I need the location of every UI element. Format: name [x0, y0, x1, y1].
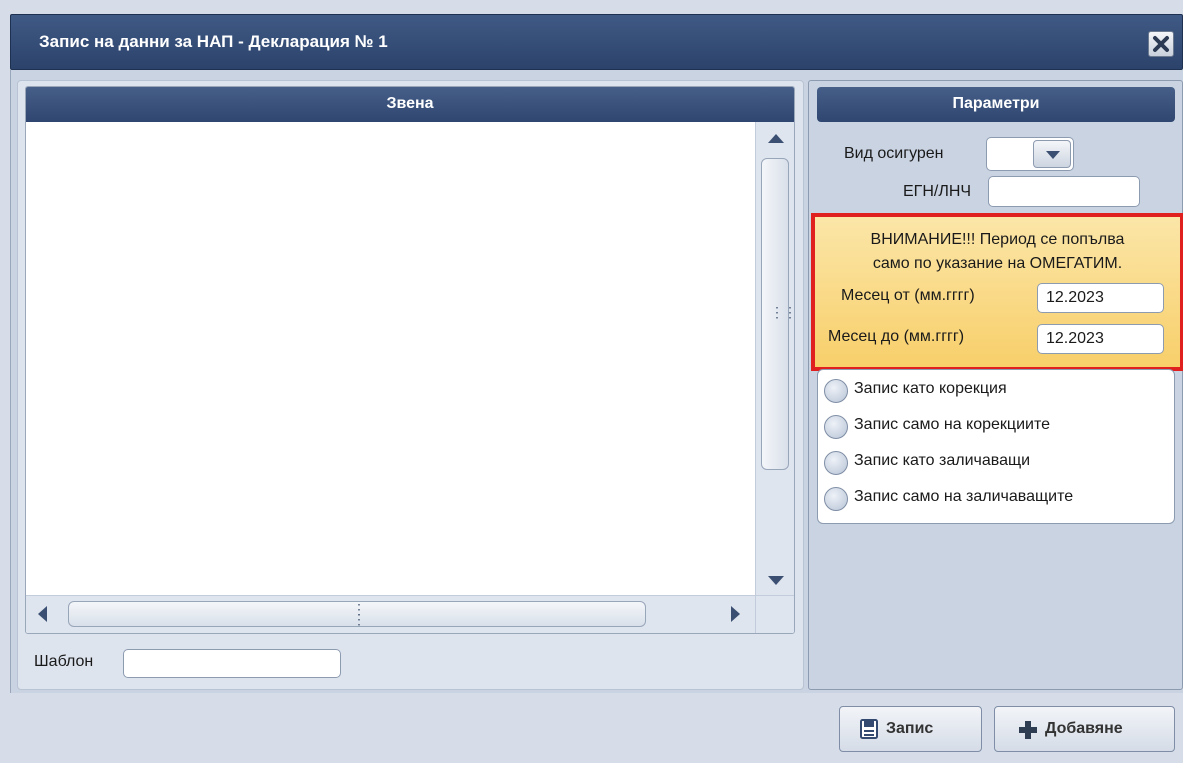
radio-button[interactable] — [824, 379, 848, 403]
close-icon — [1153, 36, 1169, 52]
units-grid[interactable]: Звена ⋮⋮⋮ ⋮⋮ — [25, 86, 795, 634]
plus-icon — [1019, 721, 1037, 739]
radio-label: Запис само на корекциите — [854, 416, 1050, 433]
dropdown-button[interactable] — [1033, 140, 1071, 168]
egn-label: ЕГН/ЛНЧ — [903, 183, 972, 200]
insured-type-select[interactable] — [986, 137, 1074, 171]
egn-input[interactable] — [988, 176, 1140, 207]
month-from-input[interactable]: 12.2023 — [1037, 283, 1164, 313]
add-button-label: Добавяне — [1045, 720, 1123, 737]
scroll-down-icon[interactable] — [768, 576, 784, 585]
window-title: Запис на данни за НАП - Декларация № 1 — [39, 32, 388, 51]
vertical-scrollbar[interactable]: ⋮⋮⋮ — [755, 122, 794, 597]
write-options-group: Запис като корекция Запис само на корекц… — [817, 369, 1175, 524]
radio-button[interactable] — [824, 487, 848, 511]
horizontal-scroll-thumb[interactable]: ⋮ ⋮ — [68, 601, 646, 627]
radio-label: Запис като корекция — [854, 380, 1007, 397]
scroll-up-icon[interactable] — [768, 134, 784, 143]
radio-button[interactable] — [824, 451, 848, 475]
vertical-scroll-thumb[interactable]: ⋮⋮⋮ — [761, 158, 794, 470]
month-to-label: Месец до (мм.гггг) — [828, 328, 965, 345]
radio-label: Запис само на заличаващите — [854, 488, 1074, 505]
grip-icon: ⋮ ⋮ — [352, 601, 366, 627]
horizontal-scrollbar[interactable]: ⋮ ⋮ — [26, 595, 758, 633]
radio-label: Запис като заличаващи — [854, 452, 1031, 469]
dialog-window: Запис на данни за НАП - Декларация № 1 З… — [0, 0, 1183, 763]
save-button-label: Запис — [886, 720, 934, 737]
radio-button[interactable] — [824, 415, 848, 439]
save-icon — [860, 719, 878, 739]
month-to-input[interactable]: 12.2023 — [1037, 324, 1164, 354]
template-input[interactable] — [123, 649, 341, 678]
insured-type-label: Вид осигурен — [844, 145, 944, 162]
scroll-right-icon[interactable] — [731, 606, 740, 622]
parameters-header: Параметри — [817, 87, 1175, 122]
template-label: Шаблон — [34, 653, 94, 670]
title-bar[interactable]: Запис на данни за НАП - Декларация № 1 — [10, 14, 1183, 70]
scroll-corner — [755, 595, 794, 633]
grip-icon: ⋮⋮⋮ — [770, 304, 795, 320]
chevron-down-icon — [1046, 151, 1060, 159]
period-warning-box: ВНИМАНИЕ!!! Период се попълва само по ук… — [811, 213, 1183, 371]
scroll-left-icon[interactable] — [38, 606, 47, 622]
close-button[interactable] — [1148, 31, 1174, 57]
grid-header-units: Звена — [26, 87, 794, 122]
month-from-label: Месец от (мм.гггг) — [841, 287, 975, 304]
warning-text-line1: ВНИМАНИЕ!!! Период се попълва — [870, 231, 1125, 248]
warning-text-line2: само по указание на ОМЕГАТИМ. — [872, 255, 1123, 272]
add-button[interactable]: Добавяне — [994, 706, 1175, 752]
save-button[interactable]: Запис — [839, 706, 982, 752]
